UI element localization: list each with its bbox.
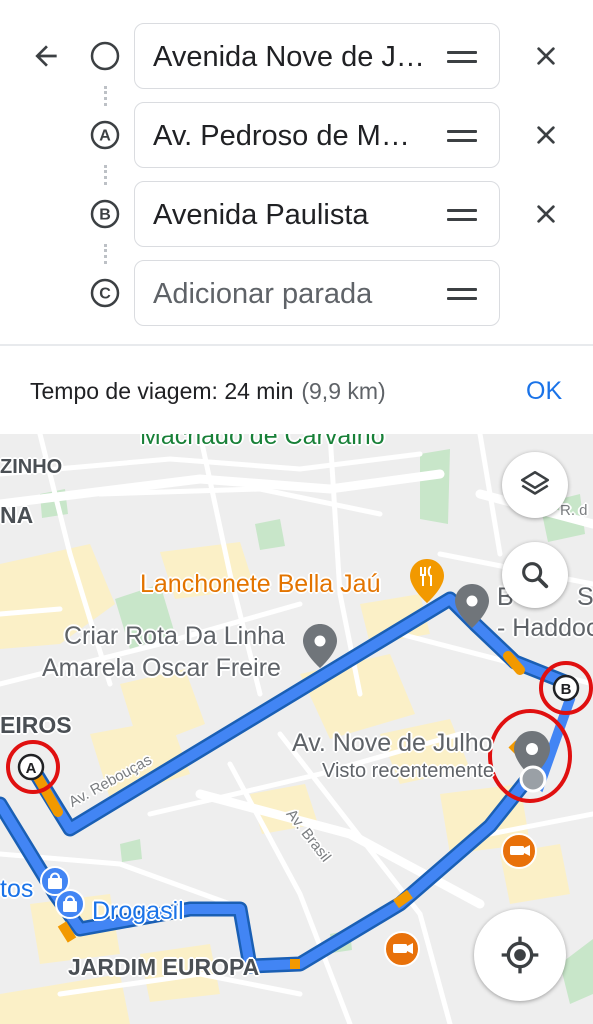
route-marker-b-letter: B	[561, 681, 572, 698]
stop-row-origin: Avenida Nove de Julho	[0, 23, 593, 89]
drag-handle-icon[interactable]	[447, 285, 477, 303]
drag-handle-icon[interactable]	[447, 127, 477, 145]
district-label-eiros: EIROS	[0, 712, 72, 738]
stop-a-input-text: Av. Pedroso de Morais	[153, 120, 425, 152]
street-label-rd: R. d	[560, 502, 588, 519]
drag-handle-icon[interactable]	[447, 206, 477, 224]
poi-bs-2[interactable]: S	[577, 582, 593, 612]
stop-a-input[interactable]: Av. Pedroso de Morais	[134, 102, 500, 168]
speed-camera-icon	[501, 833, 537, 869]
add-stop-input[interactable]: Adicionar parada	[134, 260, 500, 326]
map-view[interactable]: A B Machado de Carvalho ZINHO NA R. d La…	[0, 434, 593, 1024]
poi-nove-de-julho[interactable]: Av. Nove de Julho	[292, 728, 493, 758]
stop-row-b: B Avenida Paulista	[0, 181, 593, 247]
close-icon	[537, 126, 555, 144]
district-label-jardim-europa: JARDIM EUROPA	[68, 954, 260, 980]
stop-b-letter: B	[99, 207, 111, 224]
street-label-top: Machado de Carvalho	[140, 434, 385, 450]
origin-input-text: Avenida Nove de Julho	[153, 41, 425, 73]
stop-row-a: A Av. Pedroso de Morais	[0, 102, 593, 168]
my-location-icon	[501, 936, 539, 974]
origin-circle-icon	[90, 41, 120, 71]
stop-a-letter: A	[99, 128, 111, 145]
district-label-na: NA	[0, 502, 34, 528]
directions-panel: Avenida Nove de Julho A Av. Pedroso de M…	[0, 0, 593, 434]
stop-a-marker-icon: A	[90, 120, 120, 150]
stop-b-input[interactable]: Avenida Paulista	[134, 181, 500, 247]
pin-icon	[303, 624, 337, 668]
poi-drogasil[interactable]: Drogasil	[92, 896, 184, 926]
close-icon	[537, 47, 555, 65]
ok-button[interactable]: OK	[526, 374, 562, 408]
search-map-button[interactable]	[502, 542, 568, 608]
poi-criar-rota-line-1[interactable]: Criar Rota Da Linha	[64, 621, 285, 651]
drag-handle-icon[interactable]	[447, 48, 477, 66]
shopping-bag-icon	[55, 889, 85, 919]
district-label-zinho: ZINHO	[0, 456, 63, 478]
origin-input[interactable]: Avenida Nove de Julho	[134, 23, 500, 89]
pin-icon	[455, 584, 489, 628]
stop-b-input-text: Avenida Paulista	[153, 199, 369, 231]
route-marker-a-letter: A	[26, 760, 37, 777]
poi-lanchonete[interactable]: Lanchonete Bella Jaú	[140, 570, 380, 599]
stop-row-c: C Adicionar parada	[0, 260, 593, 326]
trip-summary: Tempo de viagem: 24 min (9,9 km)	[30, 376, 386, 406]
poi-criar-rota-line-2[interactable]: Amarela Oscar Freire	[42, 653, 281, 683]
poi-tos[interactable]: tos	[0, 874, 33, 904]
route-marker-a-icon: A	[17, 753, 45, 781]
remove-stop-b-button[interactable]	[526, 194, 566, 234]
travel-distance: (9,9 km)	[301, 378, 386, 404]
panel-divider	[0, 344, 593, 346]
poi-nove-de-julho-recent: Visto recentemente	[322, 760, 494, 782]
search-icon	[522, 562, 549, 589]
my-location-button[interactable]	[474, 909, 566, 1001]
speed-camera-icon	[384, 931, 420, 967]
remove-origin-button[interactable]	[526, 36, 566, 76]
stop-b-marker-icon: B	[90, 199, 120, 229]
stop-c-marker-icon: C	[90, 278, 120, 308]
close-icon	[537, 205, 555, 223]
layers-icon	[520, 470, 550, 495]
poi-haddock[interactable]: - Haddoc	[497, 613, 593, 643]
stop-c-letter: C	[99, 286, 111, 303]
remove-stop-a-button[interactable]	[526, 115, 566, 155]
route-marker-b-icon: B	[552, 674, 580, 702]
add-stop-placeholder: Adicionar parada	[153, 278, 373, 310]
layers-button[interactable]	[502, 452, 568, 518]
travel-time: Tempo de viagem: 24 min	[30, 378, 294, 404]
